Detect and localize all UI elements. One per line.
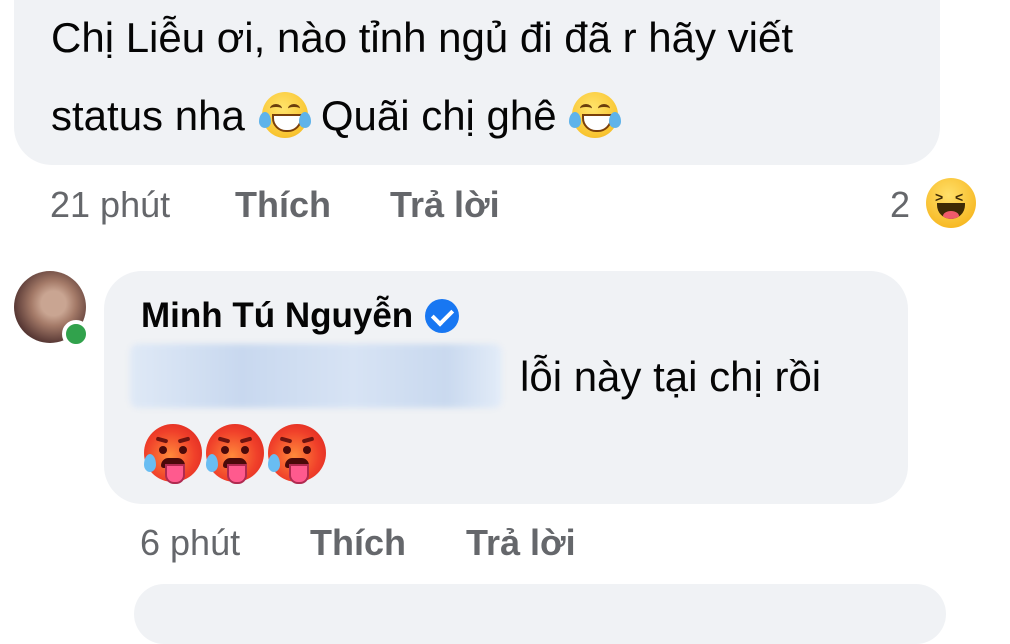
- hot-face-emoji-icon: [144, 424, 204, 484]
- comment-text-line: status nha Quãi chị ghê: [51, 90, 621, 142]
- like-button[interactable]: Thích: [310, 523, 406, 563]
- online-status-dot: [62, 320, 90, 348]
- comment-text: status nha: [51, 92, 245, 139]
- like-label: Thích: [235, 184, 331, 225]
- hot-face-emoji-icon: [268, 424, 328, 484]
- reply-label: Trả lời: [390, 184, 500, 225]
- comment-author[interactable]: Minh Tú Nguyễn: [141, 293, 460, 339]
- haha-reaction-icon[interactable]: > <: [926, 178, 976, 228]
- reply-label: Trả lời: [466, 522, 576, 563]
- reply-button[interactable]: Trả lời: [390, 185, 500, 225]
- reply-button[interactable]: Trả lời: [466, 523, 576, 563]
- hot-face-emoji-icon: [206, 424, 266, 484]
- comment-timestamp: 6 phút: [140, 522, 241, 563]
- like-label: Thích: [310, 522, 406, 563]
- comment-text: Quãi chị ghê: [320, 92, 557, 139]
- comment-timestamp: 21 phút: [50, 184, 171, 225]
- verified-badge-icon: [425, 299, 460, 333]
- author-name[interactable]: Minh Tú Nguyễn: [141, 293, 413, 339]
- reaction-count[interactable]: 2: [890, 185, 910, 225]
- blurred-mention-tag[interactable]: [130, 344, 502, 408]
- next-comment-bubble: [134, 584, 946, 644]
- comment-text: lỗi này tại chị rồi: [520, 353, 822, 400]
- comment-text-line: Chị Liễu ơi, nào tỉnh ngủ đi đã r hãy vi…: [51, 14, 793, 61]
- tears-of-joy-emoji-icon: [258, 90, 311, 142]
- tears-of-joy-emoji-icon: [568, 90, 621, 142]
- like-button[interactable]: Thích: [235, 185, 331, 225]
